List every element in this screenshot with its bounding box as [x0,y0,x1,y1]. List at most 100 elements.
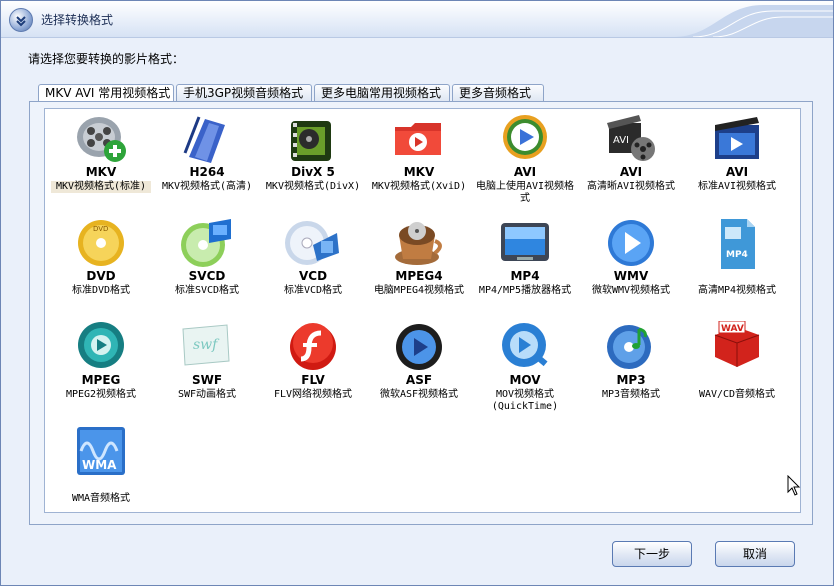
tab-mobile-3gp[interactable]: 手机3GP视频音频格式 [176,84,312,101]
film-reel-green-icon [291,121,331,161]
format-dialog: 选择转换格式 请选择您要转换的影片格式： MKV AVI 常用视频格式 手机3G… [0,0,834,586]
format-code: DVD [86,269,116,283]
avi-label: AVI [613,135,629,146]
format-description: MP3音频格式 [601,389,661,400]
format-description: 标准VCD格式 [283,285,343,296]
format-item-mpeg2[interactable]: MPEG MPEG2视频格式 [51,321,151,419]
format-code: AVI [725,165,749,179]
format-description: 电脑MPEG4视频格式 [373,285,465,296]
format-description: FLV网络视频格式 [273,389,353,400]
format-item-svcd[interactable]: SVCD 标准SVCD格式 [157,217,257,315]
format-description: MKV视频格式(XviD) [371,181,467,192]
silver-disc-film-icon [285,221,339,265]
format-item-mkv-standard[interactable]: MKV MKV视频格式(标准) [51,113,151,211]
format-description: WMA音频格式 [71,493,131,504]
format-code: MKV [85,165,117,179]
format-description: 标准AVI视频格式 [697,181,777,192]
format-item-hd-mp4[interactable]: MP4 高清MP4视频格式 [687,217,787,315]
music-disc-icon [607,325,651,369]
dvd-label: DVD [93,225,108,233]
wma-wave-icon: WMA [77,427,125,475]
format-code: MKV [403,165,435,179]
wav-cube-icon: WAV [714,321,760,367]
dark-play-circle-icon [396,324,442,370]
wma-label: WMA [82,458,117,472]
format-code: FLV [301,373,325,387]
format-item-swf[interactable]: swf SWF SWF动画格式 [157,321,257,419]
quicktime-icon [502,323,548,367]
tab-mkv-avi[interactable]: MKV AVI 常用视频格式 [38,84,174,102]
blue-play-circle-icon [608,220,654,266]
tab-more-pc-video[interactable]: 更多电脑常用视频格式 [314,84,450,101]
format-item-dvd[interactable]: DVD DVD 标准DVD格式 [51,217,151,315]
clapper-play-icon [715,117,759,159]
format-item-mkv-xvid[interactable]: MKV MKV视频格式(XviD) [369,113,469,211]
gold-dvd-icon: DVD [78,220,124,266]
format-code: MPEG4 [395,269,443,283]
tab-more-audio[interactable]: 更多音频格式 [452,84,544,101]
format-grid: MKV MKV视频格式(标准) H264 MKV视频格式(高清) DivX 5 [44,108,801,513]
format-description: MOV视频格式(QuickTime) [491,389,559,412]
format-description: 电脑上使用AVI视频格式 [475,181,575,204]
mp4-label: MP4 [726,250,748,260]
instruction-label: 请选择您要转换的影片格式： [28,52,185,66]
teal-ring-icon [78,322,124,368]
green-disc-film-icon [181,219,231,267]
format-code: MP4 [510,269,540,283]
format-description: 高清晰AVI视频格式 [586,181,676,192]
format-code: WMV [613,269,649,283]
format-code: AVI [513,165,537,179]
media-player-icon [501,223,549,261]
format-description: 微软WMV视频格式 [591,285,671,296]
format-item-wav[interactable]: WAV WAV/CD音频格式 [687,321,787,419]
format-description: MKV视频格式(DivX) [265,181,361,192]
format-code: MPEG [81,373,121,387]
format-item-divx5[interactable]: DivX 5 MKV视频格式(DivX) [263,113,363,211]
format-item-h264[interactable]: H264 MKV视频格式(高清) [157,113,257,211]
mouse-cursor-icon [787,475,801,496]
format-code: SWF [191,373,223,387]
format-description: 标准SVCD格式 [174,285,240,296]
clapper-reel-icon: AVI [607,115,655,161]
film-reel-plus-icon [77,117,126,162]
format-item-vcd[interactable]: VCD 标准VCD格式 [263,217,363,315]
format-description: WAV/CD音频格式 [698,389,776,400]
wav-label: WAV [721,324,744,334]
format-code: AVI [619,165,643,179]
format-description: MPEG2视频格式 [65,389,137,400]
format-description: 高清MP4视频格式 [697,285,777,296]
cancel-button[interactable]: 取消 [715,541,795,567]
format-item-mpeg4[interactable]: MPEG4 电脑MPEG4视频格式 [369,217,469,315]
coffee-cup-reel-icon [395,222,442,265]
format-code: VCD [298,269,328,283]
red-folder-play-icon [395,123,441,155]
play-disc-icon [503,115,547,159]
format-description: 微软ASF视频格式 [379,389,459,400]
format-item-flv[interactable]: FLV FLV网络视频格式 [263,321,363,419]
format-item-avi-pc[interactable]: AVI 电脑上使用AVI视频格式 [475,113,575,211]
format-item-asf[interactable]: ASF 微软ASF视频格式 [369,321,469,419]
swf-card-icon: swf [182,324,230,366]
format-description: MKV视频格式(高清) [161,181,253,192]
format-description: MP4/MP5播放器格式 [478,285,572,296]
format-item-wma[interactable]: WMA WMA音频格式 [51,425,151,523]
title-bar[interactable]: 选择转换格式 [1,1,833,38]
format-code: MOV [509,373,541,387]
format-code: DivX 5 [291,165,335,179]
format-description: SWF动画格式 [177,389,237,400]
flash-logo-icon [290,323,336,370]
window-title: 选择转换格式 [41,13,114,27]
format-code: MP3 [616,373,646,387]
app-icon [9,8,33,32]
format-item-avi-standard[interactable]: AVI 标准AVI视频格式 [687,113,787,211]
format-code: ASF [405,373,433,387]
format-item-mov[interactable]: MOV MOV视频格式(QuickTime) [475,321,575,419]
format-item-mp4-player[interactable]: MP4 MP4/MP5播放器格式 [475,217,575,315]
blue-film-strip-icon [183,116,225,163]
tab-panel: MKV MKV视频格式(标准) H264 MKV视频格式(高清) DivX 5 [29,101,813,525]
format-item-avi-hq[interactable]: AVI AVI 高清晰AVI视频格式 [581,113,681,211]
mp4-file-icon: MP4 [721,219,755,269]
next-button[interactable]: 下一步 [612,541,692,567]
format-item-wmv[interactable]: WMV 微软WMV视频格式 [581,217,681,315]
format-item-mp3[interactable]: MP3 MP3音频格式 [581,321,681,419]
